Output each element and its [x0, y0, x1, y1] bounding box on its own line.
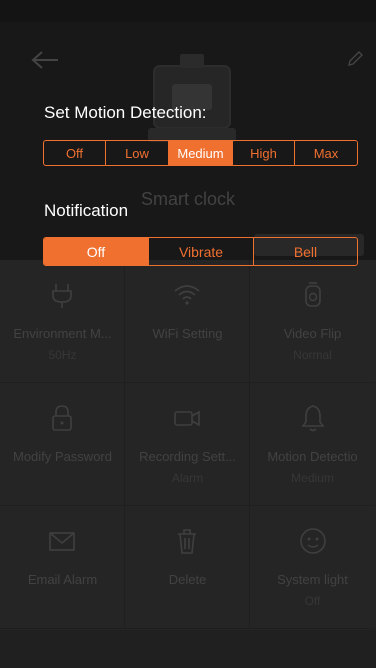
motion-option-high[interactable]: High [233, 141, 295, 165]
notification-option-vibrate[interactable]: Vibrate [149, 238, 254, 265]
notification-title: Notification [44, 201, 129, 220]
motion-option-low[interactable]: Low [106, 141, 169, 165]
motion-option-off[interactable]: Off [44, 141, 106, 165]
motion-option-medium[interactable]: Medium [169, 141, 233, 165]
motion-sensitivity-selector: Off Low Medium High Max [43, 140, 358, 166]
status-bar [0, 0, 376, 22]
screen: Smart clock Environment M... 50Hz WiFi S… [0, 0, 376, 668]
notification-selector: Off Vibrate Bell [43, 237, 358, 266]
motion-option-max[interactable]: Max [295, 141, 357, 165]
notification-option-bell[interactable]: Bell [254, 238, 357, 265]
motion-detection-title: Set Motion Detection: [44, 103, 207, 122]
notification-option-off[interactable]: Off [44, 238, 149, 265]
